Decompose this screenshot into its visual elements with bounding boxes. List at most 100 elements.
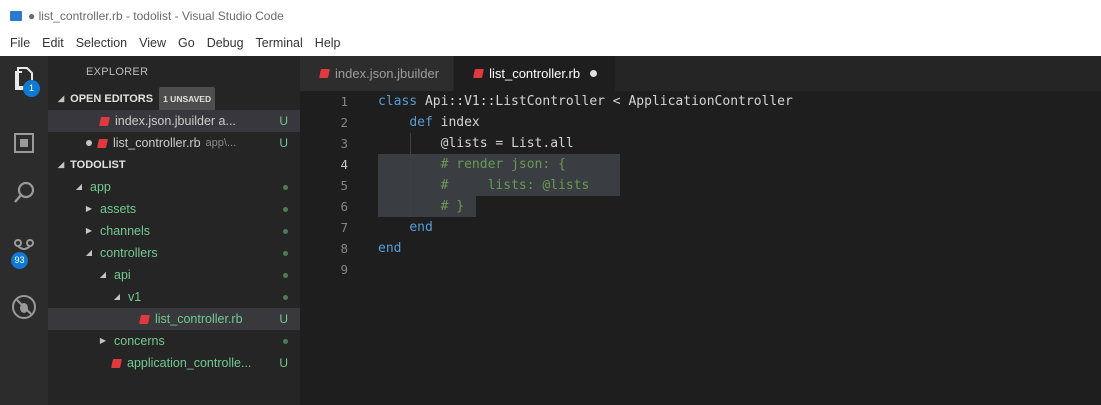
tree-item-v1[interactable]: ◢ v1 [48,286,300,308]
code-text: # render json: { [440,157,566,172]
ruby-file-icon [473,69,485,78]
line-number: 4 [340,157,348,172]
project-label: TODOLIST [70,159,126,171]
code-line[interactable]: 8 end [300,238,1101,259]
tree-item-app[interactable]: ◢ app [48,176,300,198]
todolist-section[interactable]: ◢ TODOLIST [48,154,300,176]
tree-item-concerns[interactable]: ▶ concerns [48,330,300,352]
status-dot-icon [283,251,288,256]
ruby-file-icon [111,358,122,368]
code-line[interactable]: 7 end [300,217,1101,238]
menu-help[interactable]: Help [309,36,347,50]
chevron-down-icon: ◢ [58,160,65,169]
explorer-badge: 1 [23,80,40,97]
tree-item-channels[interactable]: ▶ channels [48,220,300,242]
ruby-file-icon [99,116,110,126]
menu-file[interactable]: File [4,36,36,50]
open-editor-item-index-json[interactable]: index.json.jbuilder a... U [48,110,300,132]
line-number: 7 [340,220,348,235]
code-text: class Api::V1::ListController < Applicat… [378,94,793,109]
ruby-file-icon [139,314,150,324]
menu-selection[interactable]: Selection [70,36,133,50]
code-line[interactable]: 4 # render json: { [300,154,1101,175]
search-icon[interactable] [9,128,39,158]
explorer-header: EXPLORER [86,66,149,78]
status-dot-icon [283,185,288,190]
menu-bar: File Edit Selection View Go Debug Termin… [0,32,1101,54]
status-dot-icon [283,339,288,344]
untracked-status: U [279,356,288,370]
status-dot-icon [283,295,288,300]
code-line[interactable]: 9 [300,259,1101,280]
code-text: end [409,220,433,235]
code-line[interactable]: 5 # lists: @lists [300,175,1101,196]
code-text: @lists = List.all [440,136,574,151]
tree-item-label: controllers [100,246,158,260]
open-editor-item-list-controller[interactable]: list_controller.rb app\... U [48,132,300,154]
menu-terminal[interactable]: Terminal [250,36,309,50]
menu-edit[interactable]: Edit [36,36,70,50]
unsaved-dot-icon[interactable] [590,70,598,77]
tree-item-label: api [114,268,131,282]
chevron-down-icon: ◢ [99,270,107,279]
activity-bar: 1 93 [0,56,48,405]
tree-item-label: application_controlle... [127,356,252,370]
line-number: 6 [340,199,348,214]
code-text: def index [409,115,480,130]
tab-list-controller[interactable]: list_controller.rb [454,56,617,91]
source-control-badge: 93 [11,252,28,269]
menu-go[interactable]: Go [172,36,201,50]
find-icon[interactable] [9,178,39,208]
ruby-file-icon [319,69,330,78]
code-text: end [378,241,402,256]
explorer-icon[interactable]: 1 [9,64,40,97]
title-bar: ● list_controller.rb - todolist - Visual… [0,0,1101,32]
window-title: ● list_controller.rb - todolist - Visual… [28,9,284,23]
code-line[interactable]: 1 class Api::V1::ListController < Applica… [300,91,1101,112]
unsaved-dot-icon [86,140,92,146]
debug-icon[interactable] [9,292,39,322]
line-number: 3 [340,136,348,151]
ruby-file-icon [97,138,108,148]
chevron-right-icon: ▶ [99,336,107,345]
tree-item-label: v1 [128,290,142,304]
vscode-logo-icon [10,11,22,21]
chevron-right-icon: ▶ [85,204,93,213]
code-line[interactable]: 3 @lists = List.all [300,133,1101,154]
code-editor[interactable]: 1 class Api::V1::ListController < Applica… [300,91,1101,280]
tab-label: index.json.jbuilder [335,66,440,81]
untracked-status: U [279,312,288,326]
tree-item-list-controller[interactable]: list_controller.rb U [48,308,300,330]
editor-area: index.json.jbuilder list_controller.rb 1… [300,56,1101,405]
untracked-status: U [279,114,288,128]
line-number: 5 [340,178,348,193]
explorer-sidebar: EXPLORER ◢ OPEN EDITORS 1 UNSAVED index.… [48,56,300,405]
chevron-down-icon: ◢ [75,182,83,191]
line-number: 1 [340,94,348,109]
chevron-down-icon: ◢ [58,94,65,103]
status-dot-icon [283,207,288,212]
code-line[interactable]: 6 # } [300,196,1101,217]
tree-item-api[interactable]: ◢ api [48,264,300,286]
status-dot-icon [283,229,288,234]
open-editors-section[interactable]: ◢ OPEN EDITORS 1 UNSAVED [48,87,300,111]
tree-item-application-controller[interactable]: application_controlle... U [48,352,300,374]
menu-debug[interactable]: Debug [201,36,250,50]
tab-label: list_controller.rb [489,66,581,81]
menu-view[interactable]: View [133,36,172,50]
tree-item-label: channels [100,224,151,238]
tab-index-json-jbuilder[interactable]: index.json.jbuilder [300,56,455,91]
line-number: 9 [340,262,348,277]
chevron-right-icon: ▶ [85,226,93,235]
code-line[interactable]: 2 def index [300,112,1101,133]
tree-item-label: concerns [114,334,165,348]
open-editor-item-path: app\... [205,137,237,149]
tree-item-label: app [90,180,111,194]
editor-tabs: index.json.jbuilder list_controller.rb [300,56,1101,91]
source-control-icon[interactable]: 93 [9,236,39,269]
code-text: # lists: @lists [440,178,590,193]
tree-item-assets[interactable]: ▶ assets [48,198,300,220]
tree-item-controllers[interactable]: ◢ controllers [48,242,300,264]
line-number: 8 [340,241,348,256]
open-editor-item-label: list_controller.rb [113,136,201,150]
